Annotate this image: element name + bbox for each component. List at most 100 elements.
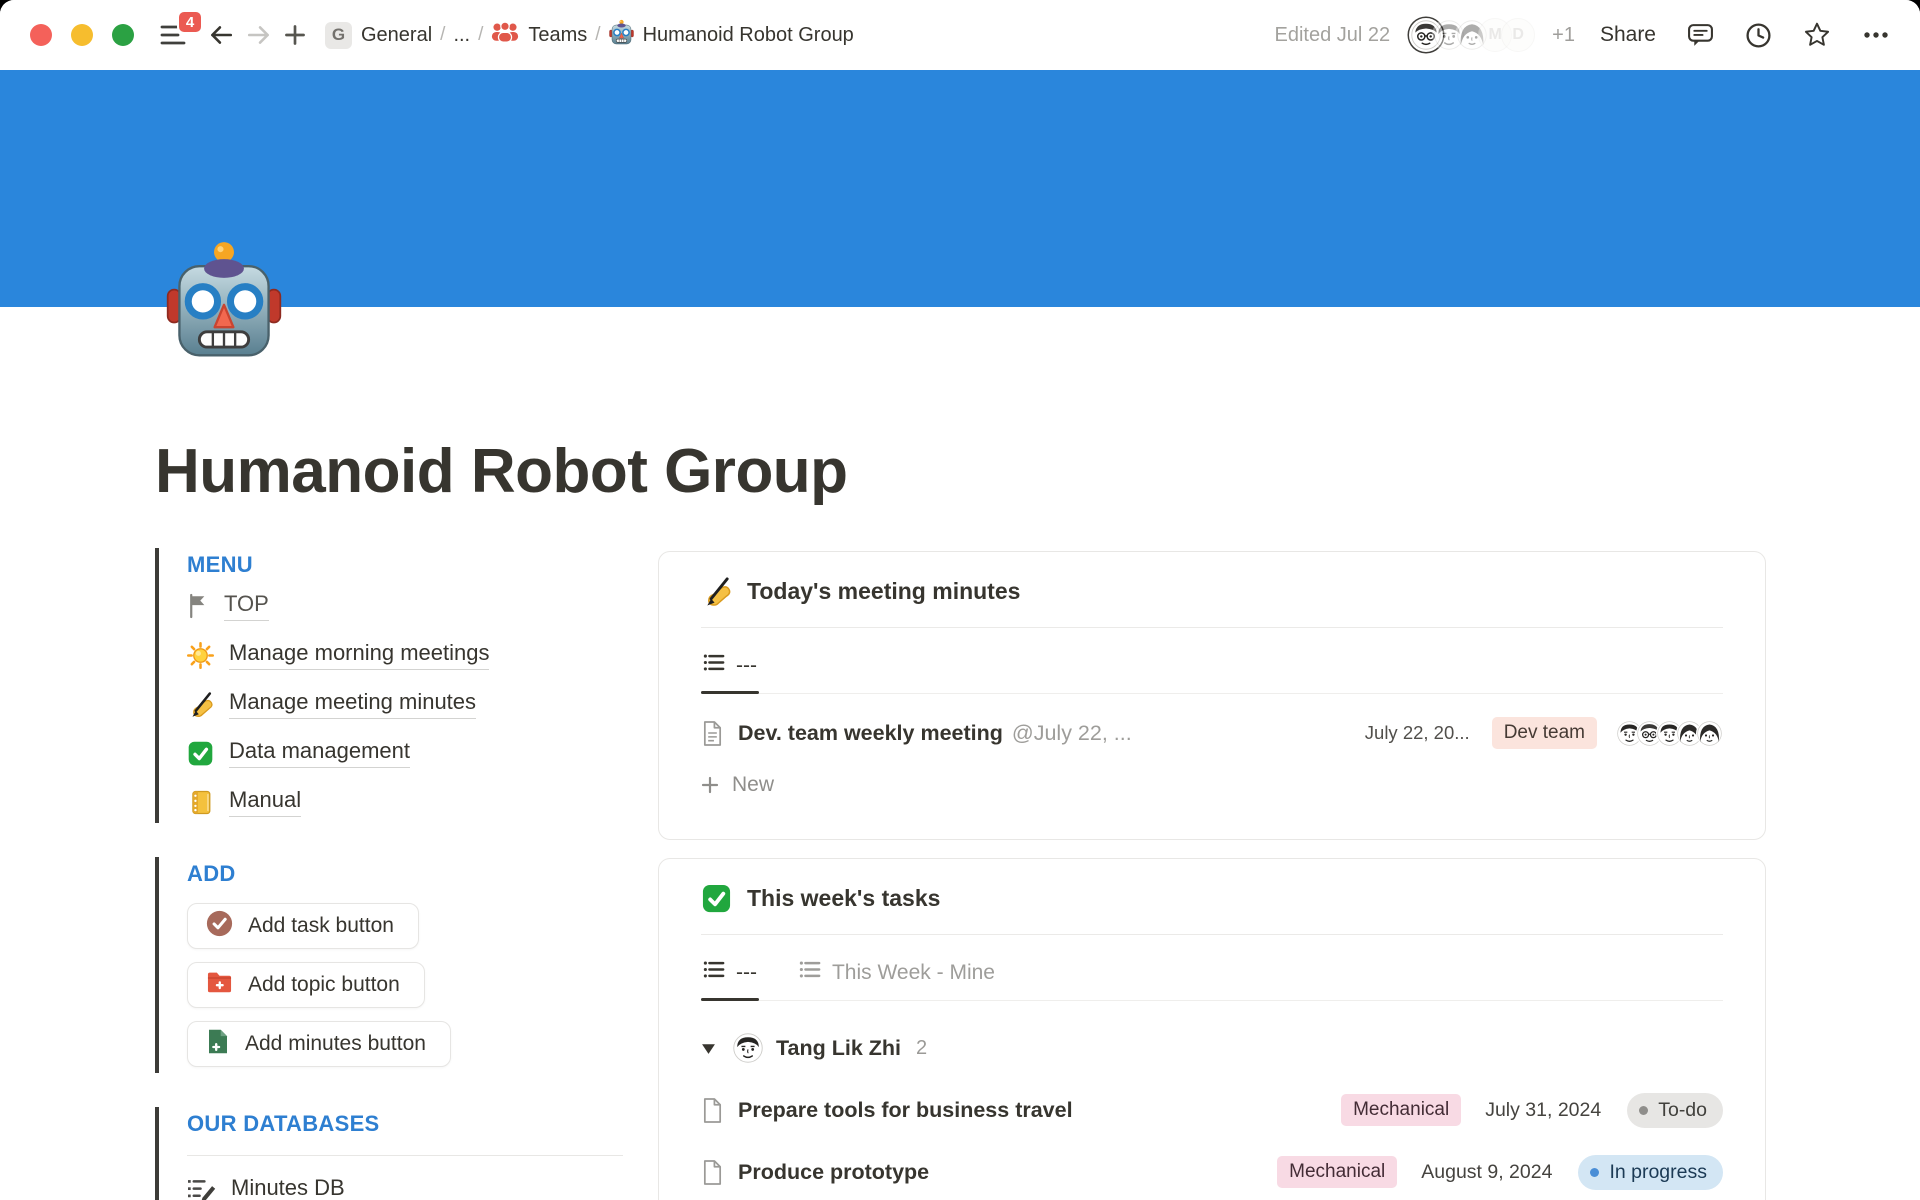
database-link-minutes-db[interactable]: Minutes DB (187, 1175, 345, 1200)
breadcrumb-separator: / (595, 24, 600, 46)
sidebar-toggle-icon[interactable]: 4 (154, 18, 192, 52)
presence-avatars[interactable]: M D (1409, 18, 1535, 52)
sun-icon (187, 642, 214, 669)
writing-hand-icon (701, 576, 732, 607)
forward-icon[interactable] (240, 18, 278, 52)
view-tab-default[interactable]: --- (701, 644, 759, 693)
breadcrumb-teams-label: Teams (528, 24, 587, 47)
breadcrumb-workspace-label: General (361, 24, 432, 47)
robot-icon (609, 19, 634, 51)
menu-heading: MENU (187, 552, 635, 578)
green-check-icon (701, 883, 732, 914)
back-icon[interactable] (202, 18, 240, 52)
teams-icon (491, 21, 519, 49)
card-title: Today's meeting minutes (747, 578, 1020, 605)
plus-icon (701, 776, 719, 794)
attendee-avatars (1623, 720, 1723, 747)
status-dot (1639, 1106, 1648, 1115)
menu-link-manage-morning-meetings[interactable]: Manage morning meetings (187, 640, 489, 670)
date-mention: @July 22, ... (1012, 721, 1132, 746)
history-icon[interactable] (1739, 16, 1778, 55)
workspace-icon: G (325, 22, 352, 49)
breadcrumb-separator: / (440, 24, 445, 46)
category-tag: Mechanical (1277, 1156, 1397, 1188)
breadcrumb-ellipsis[interactable]: ... (446, 20, 477, 51)
breadcrumb-page-label: Humanoid Robot Group (643, 24, 854, 47)
view-tabs: --- This Week - Mine (701, 951, 1723, 1001)
page-icon (701, 1159, 724, 1186)
breadcrumb: G General / ... / Teams / Humanoid Robot… (318, 15, 861, 55)
menu-link-manual[interactable]: Manual (187, 787, 301, 817)
assignee-avatar (733, 1033, 763, 1063)
flag-icon (187, 593, 209, 619)
status-dot (1590, 1168, 1599, 1177)
add-heading: ADD (187, 861, 635, 887)
task-row[interactable]: Produce prototype Mechanical August 9, 2… (701, 1149, 1723, 1195)
group-header-row: Tang Lik Zhi 2 (701, 1025, 1723, 1071)
new-tab-icon[interactable] (278, 18, 312, 52)
page-plus-icon (206, 1028, 230, 1061)
list-view-icon (799, 960, 821, 985)
page-icon (701, 720, 724, 747)
group-count: 2 (916, 1037, 927, 1060)
meeting-minutes-card: Today's meeting minutes --- Dev. team we… (658, 551, 1766, 840)
category-tag: Mechanical (1341, 1094, 1461, 1126)
presence-overflow[interactable]: +1 (1552, 24, 1575, 47)
databases-heading: OUR DATABASES (187, 1111, 635, 1137)
more-options-icon[interactable] (1856, 24, 1896, 46)
window-controls (30, 24, 134, 46)
add-task-button[interactable]: Add task button (187, 903, 419, 949)
share-button[interactable]: Share (1594, 22, 1662, 48)
view-tab-default[interactable]: --- (701, 951, 759, 1000)
breadcrumb-page[interactable]: Humanoid Robot Group (602, 15, 861, 55)
writing-hand-icon (187, 691, 214, 718)
minimize-window-button[interactable] (71, 24, 93, 46)
meeting-row[interactable]: Dev. team weekly meeting @July 22, ... J… (701, 710, 1723, 756)
list-view-icon (703, 653, 725, 678)
avatar[interactable]: D (1501, 18, 1535, 52)
status-badge: To-do (1627, 1093, 1723, 1128)
menu-link-data-management[interactable]: Data management (187, 738, 410, 768)
topbar-actions: Edited Jul 22 M D +1 Share (1275, 15, 1897, 55)
divider (701, 934, 1723, 935)
databases-section: OUR DATABASES Minutes DB (155, 1107, 635, 1200)
page-title: Humanoid Robot Group (155, 436, 848, 507)
add-minutes-button[interactable]: Add minutes button (187, 1021, 451, 1067)
add-topic-button[interactable]: Add topic button (187, 962, 425, 1008)
divider (187, 1155, 623, 1156)
due-date: August 9, 2024 (1421, 1161, 1552, 1184)
updates-badge: 4 (177, 10, 203, 34)
view-tabs: --- (701, 644, 1723, 694)
menu-section: MENU TOP Manage morning meetings Manage … (155, 548, 635, 823)
team-tag: Dev team (1492, 717, 1597, 749)
card-header: This week's tasks (701, 883, 1723, 914)
status-badge: In progress (1578, 1155, 1723, 1190)
comments-icon[interactable] (1681, 17, 1720, 54)
breadcrumb-workspace[interactable]: G General (318, 18, 439, 53)
active-tab-indicator (701, 691, 759, 694)
fullscreen-window-button[interactable] (112, 24, 134, 46)
view-tab-this-week-mine[interactable]: This Week - Mine (797, 951, 997, 1000)
topbar: 4 G General / ... / Teams / Hu (0, 0, 1920, 70)
collapse-triangle-icon[interactable] (701, 1042, 716, 1055)
favorite-star-icon[interactable] (1797, 15, 1837, 55)
page-cover[interactable] (0, 70, 1920, 307)
avatar (1696, 720, 1723, 747)
breadcrumb-teams[interactable]: Teams (484, 17, 594, 53)
menu-link-top[interactable]: TOP (187, 591, 269, 621)
active-tab-indicator (701, 998, 759, 1001)
edited-label: Edited Jul 22 (1275, 24, 1391, 47)
divider (701, 627, 1723, 628)
new-meeting-button[interactable]: New (701, 766, 774, 804)
task-row[interactable]: Prepare tools for business travel Mechan… (701, 1087, 1723, 1133)
close-window-button[interactable] (30, 24, 52, 46)
green-check-icon (187, 740, 214, 767)
notion-window: 4 G General / ... / Teams / Hu (0, 0, 1920, 1200)
breadcrumb-separator: / (478, 24, 483, 46)
ledger-icon (187, 789, 214, 816)
page-icon-robot[interactable] (164, 238, 284, 360)
add-section: ADD Add task button Add topic button Add… (155, 857, 635, 1073)
menu-link-manage-meeting-minutes[interactable]: Manage meeting minutes (187, 689, 476, 719)
list-view-icon (703, 960, 725, 985)
card-header: Today's meeting minutes (701, 576, 1723, 607)
